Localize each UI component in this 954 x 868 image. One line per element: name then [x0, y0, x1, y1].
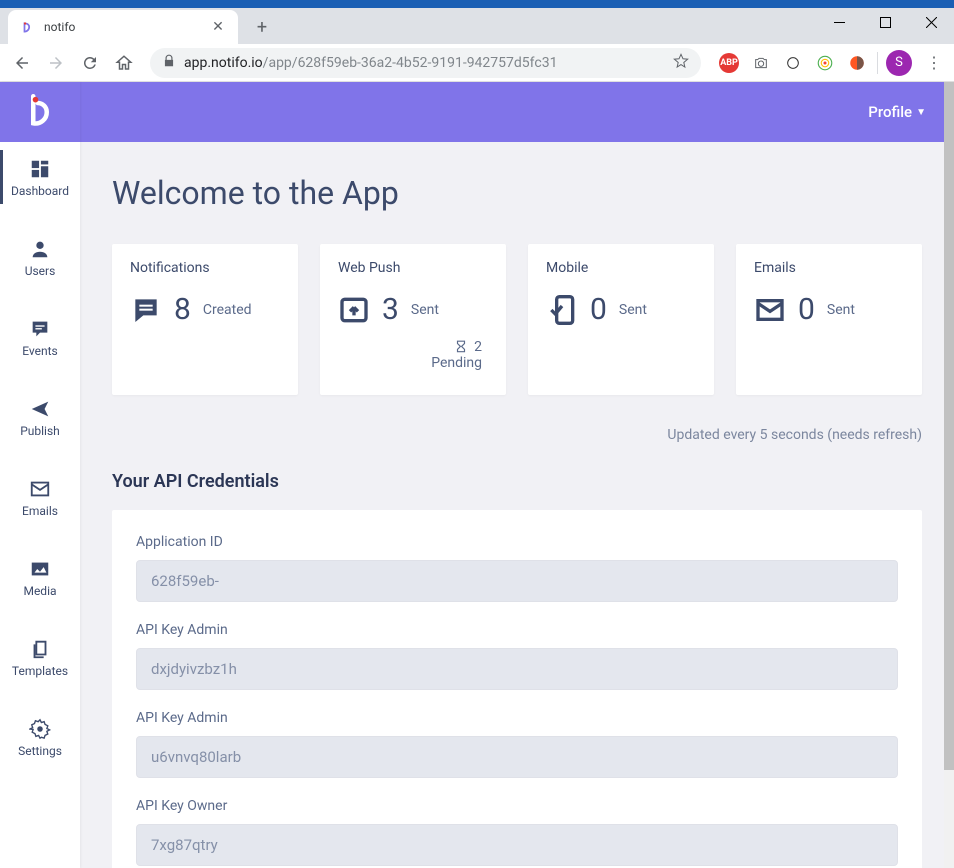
message-icon	[130, 294, 162, 326]
field-label: API Key Admin	[136, 622, 898, 638]
media-icon	[29, 558, 51, 580]
events-icon	[29, 318, 51, 340]
url-path: /app/628f59eb-36a2-4b52-9191-942757d5fc3…	[263, 55, 558, 71]
sidebar-item-templates[interactable]: Templates	[0, 612, 80, 692]
users-icon	[29, 238, 51, 260]
app-topbar: Profile ▼	[80, 82, 954, 142]
moon-extension-icon[interactable]	[783, 53, 803, 73]
sidebar-label: Dashboard	[11, 184, 69, 198]
page-title: Welcome to the App	[112, 174, 922, 212]
stat-label: Created	[203, 302, 252, 318]
field-label: Application ID	[136, 534, 898, 550]
envelope-icon	[754, 294, 786, 326]
hourglass-icon	[454, 340, 468, 354]
templates-icon	[29, 638, 51, 660]
abp-extension-icon[interactable]: ABP	[719, 53, 739, 73]
sidebar-label: Users	[25, 264, 56, 278]
card-title: Emails	[754, 260, 904, 276]
chevron-down-icon: ▼	[916, 107, 926, 118]
favicon-icon	[20, 19, 36, 35]
sidebar-item-users[interactable]: Users	[0, 212, 80, 292]
dashboard-icon	[29, 158, 51, 180]
main-content: Profile ▼ Welcome to the App Notificatio…	[80, 82, 954, 868]
swirl-extension-icon[interactable]	[815, 53, 835, 73]
sidebar-item-events[interactable]: Events	[0, 292, 80, 372]
app-logo[interactable]	[0, 82, 80, 142]
sidebar-label: Templates	[12, 664, 68, 678]
field-label: API Key Admin	[136, 710, 898, 726]
application-id-input[interactable]	[136, 560, 898, 602]
app-container: Dashboard Users Events Publish Emails Me…	[0, 82, 954, 868]
sidebar-label: Emails	[22, 504, 58, 518]
card-title: Web Push	[338, 260, 488, 276]
circle-extension-icon[interactable]	[847, 53, 867, 73]
sidebar-label: Media	[23, 584, 56, 598]
sidebar-item-media[interactable]: Media	[0, 532, 80, 612]
section-title: Your API Credentials	[112, 471, 922, 492]
api-key-admin-input-2[interactable]	[136, 736, 898, 778]
url-bar[interactable]: app.notifo.io/app/628f59eb-36a2-4b52-919…	[150, 48, 701, 78]
camera-extension-icon[interactable]	[751, 53, 771, 73]
user-avatar[interactable]: S	[886, 50, 912, 76]
back-button[interactable]	[6, 47, 38, 79]
publish-icon	[29, 398, 51, 420]
card-mobile: Mobile 0 Sent	[528, 244, 714, 395]
update-note: Updated every 5 seconds (needs refresh)	[112, 427, 922, 443]
card-notifications: Notifications 8 Created	[112, 244, 298, 395]
sidebar-label: Events	[22, 344, 58, 358]
sidebar-item-emails[interactable]: Emails	[0, 452, 80, 532]
credentials-panel: Application ID API Key Admin API Key Adm…	[112, 510, 922, 868]
browser-upload-icon	[338, 294, 370, 326]
pending-value: 2	[474, 339, 482, 355]
new-tab-button[interactable]: +	[248, 13, 276, 41]
forward-button[interactable]	[40, 47, 72, 79]
api-key-admin-input[interactable]	[136, 648, 898, 690]
url-domain: app.notifo.io	[184, 55, 263, 71]
lock-icon	[162, 54, 176, 72]
card-webpush: Web Push 3 Sent 2 Pending	[320, 244, 506, 395]
stat-label: Sent	[827, 302, 855, 318]
mobile-check-icon	[546, 294, 578, 326]
stat-cards: Notifications 8 Created Web Push 3 Sent	[112, 244, 922, 395]
sidebar-label: Settings	[18, 744, 62, 758]
stat-label: Sent	[619, 302, 647, 318]
maximize-button[interactable]	[862, 6, 908, 38]
stat-value: 0	[590, 292, 607, 327]
browser-toolbar: app.notifo.io/app/628f59eb-36a2-4b52-919…	[0, 44, 954, 82]
sidebar-item-settings[interactable]: Settings	[0, 692, 80, 772]
close-window-button[interactable]	[908, 6, 954, 38]
card-title: Notifications	[130, 260, 280, 276]
stat-label: Sent	[411, 302, 439, 318]
field-label: API Key Owner	[136, 798, 898, 814]
scrollbar[interactable]	[944, 82, 954, 868]
browser-menu-button[interactable]: ⋮	[920, 53, 948, 72]
sidebar-item-publish[interactable]: Publish	[0, 372, 80, 452]
sidebar-item-dashboard[interactable]: Dashboard	[0, 142, 80, 212]
window-titlebar	[0, 0, 954, 8]
stat-value: 3	[382, 292, 399, 327]
settings-icon	[29, 718, 51, 740]
pending-label: Pending	[431, 355, 482, 371]
card-emails: Emails 0 Sent	[736, 244, 922, 395]
stat-value: 0	[798, 292, 815, 327]
emails-icon	[29, 478, 51, 500]
reload-button[interactable]	[74, 47, 106, 79]
home-button[interactable]	[108, 47, 140, 79]
card-title: Mobile	[546, 260, 696, 276]
close-icon[interactable]: ✕	[210, 19, 226, 35]
window-controls	[816, 6, 954, 38]
sidebar-label: Publish	[20, 424, 60, 438]
profile-dropdown[interactable]: Profile ▼	[868, 103, 926, 121]
browser-tab[interactable]: notifo ✕	[8, 10, 238, 44]
extension-icons: ABP	[711, 53, 875, 73]
api-key-owner-input[interactable]	[136, 824, 898, 866]
tab-title: notifo	[44, 20, 202, 34]
stat-value: 8	[174, 292, 191, 327]
minimize-button[interactable]	[816, 6, 862, 38]
sidebar: Dashboard Users Events Publish Emails Me…	[0, 82, 80, 868]
browser-tabbar: notifo ✕ +	[0, 8, 954, 44]
star-icon[interactable]	[673, 53, 689, 73]
